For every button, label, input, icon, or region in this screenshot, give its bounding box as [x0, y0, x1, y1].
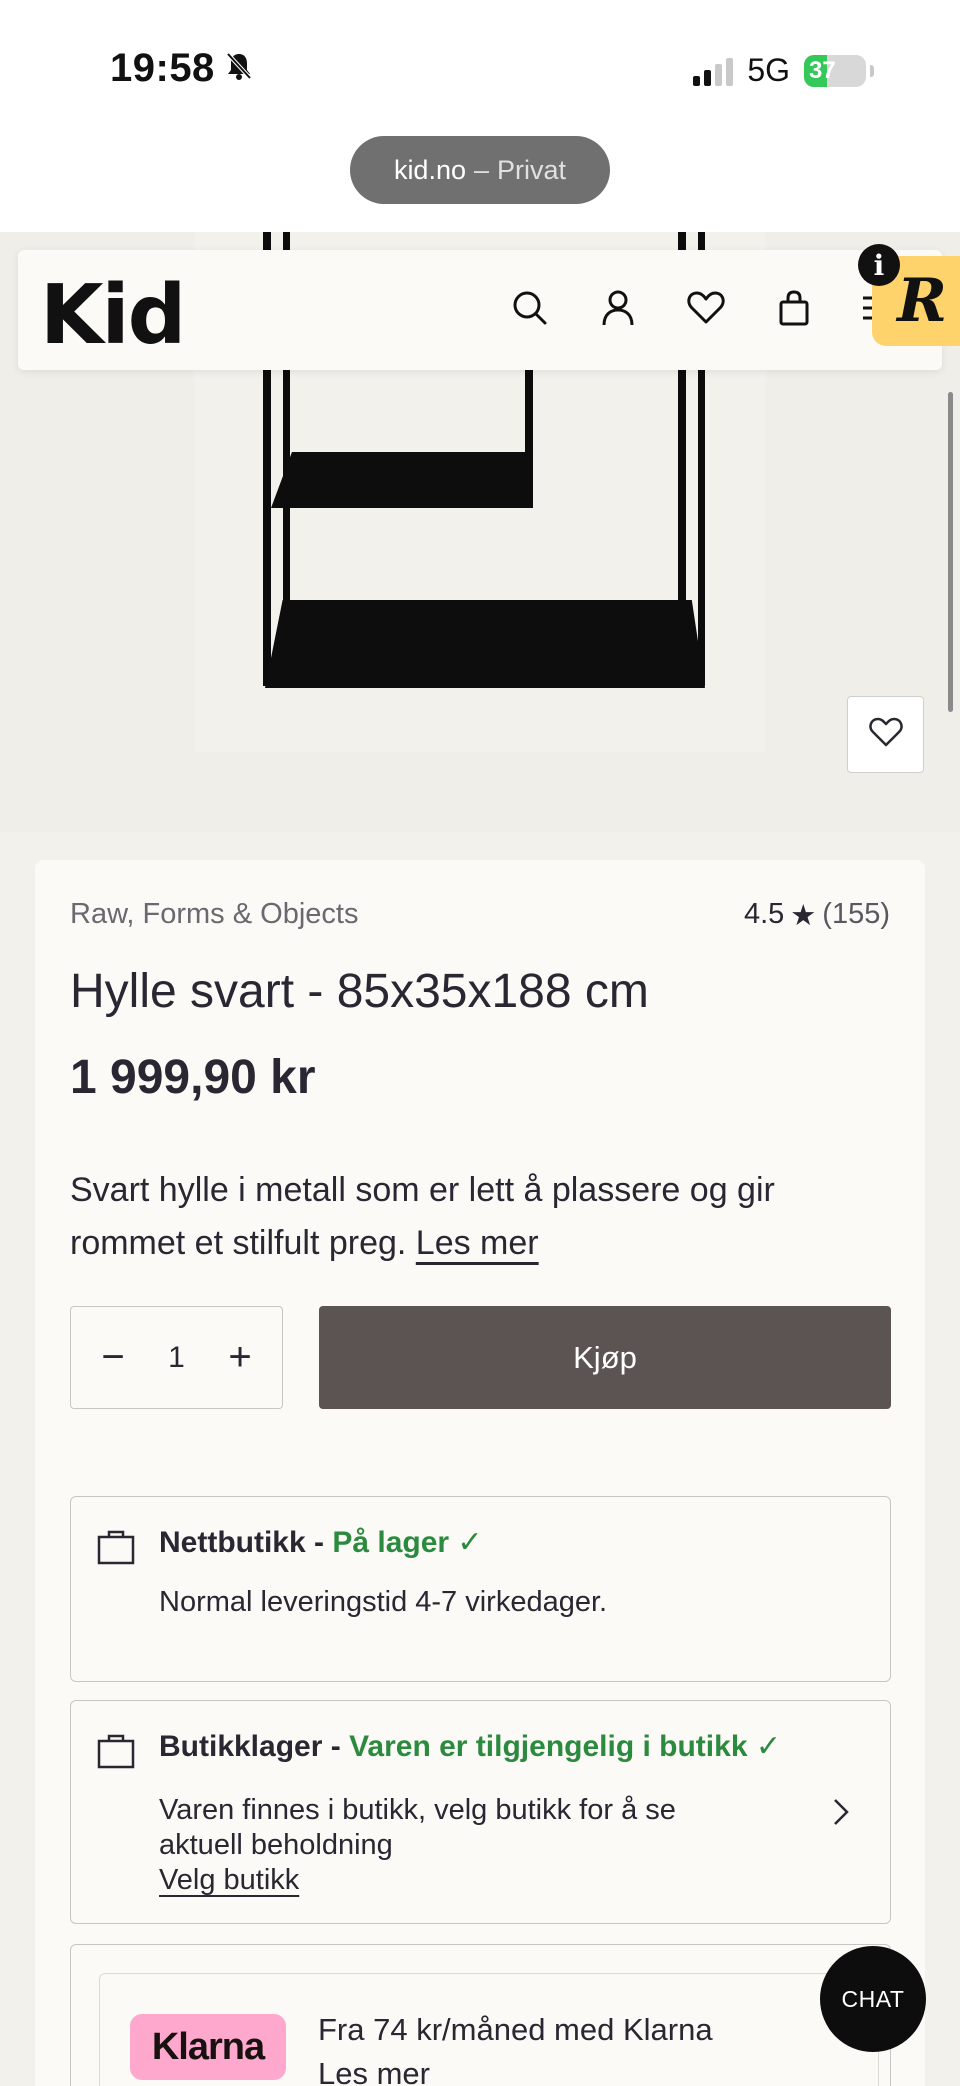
klarna-info: Fra 74 kr/måned med Klarna Les mer	[318, 2008, 713, 2086]
in-stock-badge: På lager ✓	[332, 1526, 483, 1559]
quantity-value[interactable]: 1	[168, 1341, 185, 1375]
online-stock-label: Nettbutikk -	[159, 1526, 333, 1559]
buy-button[interactable]: Kjøp	[319, 1306, 891, 1409]
product-brand[interactable]: Raw, Forms & Objects	[70, 898, 358, 931]
status-time: 19:58	[110, 46, 253, 91]
payment-box: Klarna Fra 74 kr/måned med Klarna Les me…	[70, 1944, 891, 2086]
store-detail: Varen finnes i butikk, velg butikk for å…	[159, 1793, 759, 1898]
store-available-badge: Varen er tilgjengelig i butikk ✓	[349, 1730, 781, 1763]
klarna-read-more-link[interactable]: Les mer	[318, 2052, 713, 2086]
search-icon	[512, 290, 548, 331]
favorite-button[interactable]	[847, 696, 924, 773]
battery-tip	[870, 64, 874, 77]
klarna-text: Fra 74 kr/måned med Klarna	[318, 2012, 713, 2047]
store-stock-label: Butikklager -	[159, 1730, 350, 1763]
store-stock-status: Butikklager - Varen er tilgjengelig i bu…	[159, 1729, 781, 1764]
quantity-stepper: − 1 +	[70, 1306, 283, 1409]
bag-icon	[778, 289, 810, 331]
url-separator: –	[474, 154, 490, 185]
site-logo[interactable]: Kid	[40, 268, 186, 363]
cart-button[interactable]	[772, 288, 816, 332]
account-button[interactable]	[596, 288, 640, 332]
product-card: Raw, Forms & Objects 4.5 ★ (155) Hylle s…	[35, 860, 925, 2086]
search-button[interactable]	[508, 288, 552, 332]
scrollbar[interactable]	[948, 392, 953, 712]
private-mode-label: Privat	[497, 154, 567, 185]
browser-chrome: 19:58 5G 37 kid.no – Privat	[0, 0, 960, 232]
bag-icon	[97, 1529, 135, 1570]
wishlist-button[interactable]	[684, 288, 728, 332]
product-description: Svart hylle i metall som er lett å plass…	[70, 1164, 870, 1270]
info-icon[interactable]: i	[858, 244, 900, 286]
store-stock-box[interactable]: Butikklager - Varen er tilgjengelig i bu…	[70, 1700, 891, 1924]
store-detail-text: Varen finnes i butikk, velg butikk for å…	[159, 1794, 676, 1861]
heart-icon	[687, 291, 725, 330]
chevron-right-icon	[832, 1797, 850, 1832]
rating-value: 4.5	[743, 898, 785, 930]
battery-percent: 37	[809, 56, 836, 84]
bell-muted-icon	[225, 46, 253, 91]
star-icon: ★	[790, 900, 817, 932]
product-price: 1 999,90 kr	[70, 1051, 316, 1104]
account-icon	[601, 290, 635, 331]
online-stock-status: Nettbutikk - På lager ✓	[159, 1525, 483, 1560]
decrement-button[interactable]: −	[93, 1335, 133, 1380]
network-type: 5G	[747, 52, 790, 88]
heart-icon	[868, 717, 903, 752]
cell-signal-icon	[693, 56, 734, 86]
review-count: (155)	[822, 898, 890, 930]
increment-button[interactable]: +	[220, 1335, 260, 1380]
choose-store-link[interactable]: Velg butikk	[159, 1864, 299, 1896]
chat-button[interactable]: CHAT	[820, 1946, 926, 2052]
url-domain: kid.no	[393, 154, 466, 185]
url-bar[interactable]: kid.no – Privat	[350, 136, 610, 204]
time-text: 19:58	[110, 46, 215, 90]
product-rating[interactable]: 4.5 ★ (155)	[744, 898, 890, 933]
site-header: Kid	[18, 250, 942, 370]
klarna-logo: Klarna	[130, 2014, 286, 2080]
klarna-widget: Klarna Fra 74 kr/måned med Klarna Les me…	[99, 1973, 879, 2086]
bag-icon	[97, 1733, 135, 1774]
read-more-link[interactable]: Les mer	[416, 1224, 539, 1262]
online-stock-box: Nettbutikk - På lager ✓ Normal leverings…	[70, 1496, 891, 1682]
product-title: Hylle svart - 85x35x188 cm	[70, 965, 649, 1018]
delivery-time: Normal leveringstid 4-7 virkedager.	[159, 1586, 608, 1618]
battery-icon: 37	[804, 54, 866, 87]
